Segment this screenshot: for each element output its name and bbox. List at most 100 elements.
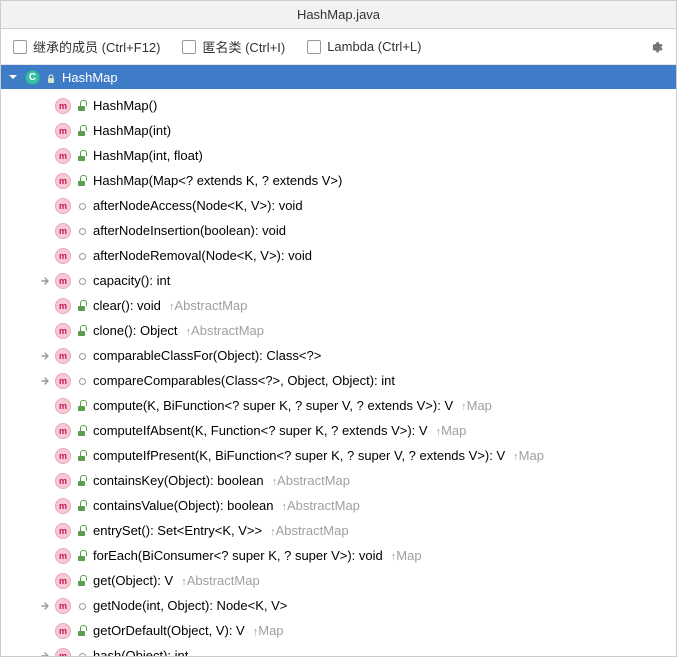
public-lock-icon [77,626,87,636]
method-signature: capacity(): int [93,273,170,288]
method-icon: m [55,573,71,589]
public-lock-icon [77,576,87,586]
window-title: HashMap.java [297,7,380,22]
package-visibility-icon [77,226,87,236]
tree-row[interactable]: m capacity(): int [55,268,676,293]
tree-row[interactable]: m forEach(BiConsumer<? super K, ? super V… [55,543,676,568]
static-indicator-icon [39,275,51,287]
method-icon: m [55,448,71,464]
method-signature: HashMap(int, float) [93,148,203,163]
static-indicator-icon [39,375,51,387]
method-signature: clone(): Object [93,323,178,338]
public-lock-icon [77,176,87,186]
structure-tree: mHashMap() m HashMap(int) m HashMap(int, flo… [1,89,676,656]
tree-row[interactable]: m comparableClassFor(Object): Class<?> [55,343,676,368]
option-anonymous[interactable]: 匿名类 (Ctrl+I) [182,37,285,56]
tree-row[interactable]: mclone(): Object↑AbstractMap [55,318,676,343]
method-icon: m [55,398,71,414]
method-icon: m [55,473,71,489]
tree-row[interactable]: m computeIfPresent(K, BiFunction<? super … [55,443,676,468]
tree-row[interactable]: mcontainsValue(Object): boolean↑Abstract… [55,493,676,518]
public-lock-icon [77,101,87,111]
toolbar: 继承的成员 (Ctrl+F12) 匿名类 (Ctrl+I) Lambda (Ct… [1,29,676,65]
tree-row[interactable]: mhash(Object): int [55,643,676,656]
method-signature: get(Object): V [93,573,173,588]
method-icon: m [55,348,71,364]
class-name: HashMap [62,70,118,85]
option-label: 继承的成员 (Ctrl+F12) [33,37,160,56]
method-signature: afterNodeAccess(Node<K, V>): void [93,198,303,213]
override-indicator: ↑AbstractMap [169,298,247,313]
method-signature: afterNodeInsertion(boolean): void [93,223,286,238]
override-indicator: ↑Map [253,623,284,638]
class-header-row[interactable]: C HashMap [1,65,676,89]
public-lock-icon [77,326,87,336]
tree-row[interactable]: mget(Object): V↑AbstractMap [55,568,676,593]
tree-row[interactable]: mcompareComparables(Class<?>, Object, Ob… [55,368,676,393]
public-lock-icon [77,526,87,536]
method-signature: forEach(BiConsumer<? super K, ? super V>… [93,548,383,563]
tree-row[interactable]: m HashMap(int, float) [55,143,676,168]
override-indicator: ↑Map [513,448,544,463]
method-icon: m [55,248,71,264]
tree-scroll[interactable]: mHashMap() m HashMap(int) m HashMap(int, flo… [1,89,676,656]
tree-row[interactable]: m HashMap(Map<? extends K, ? extends V>) [55,168,676,193]
method-signature: afterNodeRemoval(Node<K, V>): void [93,248,312,263]
public-lock-icon [77,476,87,486]
public-lock-icon [77,451,87,461]
option-label: Lambda (Ctrl+L) [327,39,421,54]
static-indicator-icon [39,650,51,657]
method-signature: hash(Object): int [93,648,188,656]
package-visibility-icon [77,651,87,657]
override-indicator: ↑Map [391,548,422,563]
public-lock-icon [77,301,87,311]
option-lambda[interactable]: Lambda (Ctrl+L) [307,39,421,54]
tree-row[interactable]: m getNode(int, Object): Node<K, V> [55,593,676,618]
tree-row[interactable]: mclear(): void↑AbstractMap [55,293,676,318]
method-signature: getOrDefault(Object, V): V [93,623,245,638]
package-visibility-icon [77,251,87,261]
option-inherited[interactable]: 继承的成员 (Ctrl+F12) [13,37,160,56]
tree-row[interactable]: m afterNodeRemoval(Node<K, V>): void [55,243,676,268]
tree-row[interactable]: mentrySet(): Set<Entry<K, V>>↑AbstractMa… [55,518,676,543]
method-signature: getNode(int, Object): Node<K, V> [93,598,287,613]
public-lock-icon [77,151,87,161]
option-label: 匿名类 (Ctrl+I) [202,37,285,56]
gear-icon[interactable] [648,39,664,55]
tree-row[interactable]: mgetOrDefault(Object, V): V↑Map [55,618,676,643]
tree-row[interactable]: mafterNodeInsertion(boolean): void [55,218,676,243]
override-indicator: ↑Map [461,398,492,413]
class-icon: C [25,70,40,85]
method-icon: m [55,148,71,164]
method-icon: m [55,173,71,189]
tree-row[interactable]: mcomputeIfAbsent(K, Function<? super K, … [55,418,676,443]
override-indicator: ↑Map [436,423,467,438]
method-icon: m [55,598,71,614]
method-icon: m [55,323,71,339]
tree-row[interactable]: m HashMap(int) [55,118,676,143]
tree-row[interactable]: m containsKey(Object): boolean ↑AbstractMa… [55,468,676,493]
method-icon: m [55,123,71,139]
method-signature: compareComparables(Class<?>, Object, Obj… [93,373,395,388]
tree-row[interactable]: mafterNodeAccess(Node<K, V>): void [55,193,676,218]
public-lock-icon [77,501,87,511]
method-signature: HashMap(int) [93,123,171,138]
package-visibility-icon [77,601,87,611]
chevron-down-icon[interactable] [7,71,19,83]
method-signature: containsKey(Object): boolean [93,473,264,488]
static-indicator-icon [39,600,51,612]
public-lock-icon [77,426,87,436]
method-signature: HashMap(Map<? extends K, ? extends V>) [93,173,342,188]
method-signature: clear(): void [93,298,161,313]
method-signature: comparableClassFor(Object): Class<?> [93,348,321,363]
checkbox-icon [13,40,27,54]
method-icon: m [55,548,71,564]
method-icon: m [55,273,71,289]
package-visibility-icon [77,201,87,211]
override-indicator: ↑AbstractMap [272,473,350,488]
method-signature: computeIfPresent(K, BiFunction<? super K… [93,448,505,463]
method-signature: compute(K, BiFunction<? super K, ? super… [93,398,453,413]
package-visibility-icon [77,376,87,386]
tree-row[interactable]: mHashMap() [55,93,676,118]
tree-row[interactable]: m compute(K, BiFunction<? super K, ? supe… [55,393,676,418]
